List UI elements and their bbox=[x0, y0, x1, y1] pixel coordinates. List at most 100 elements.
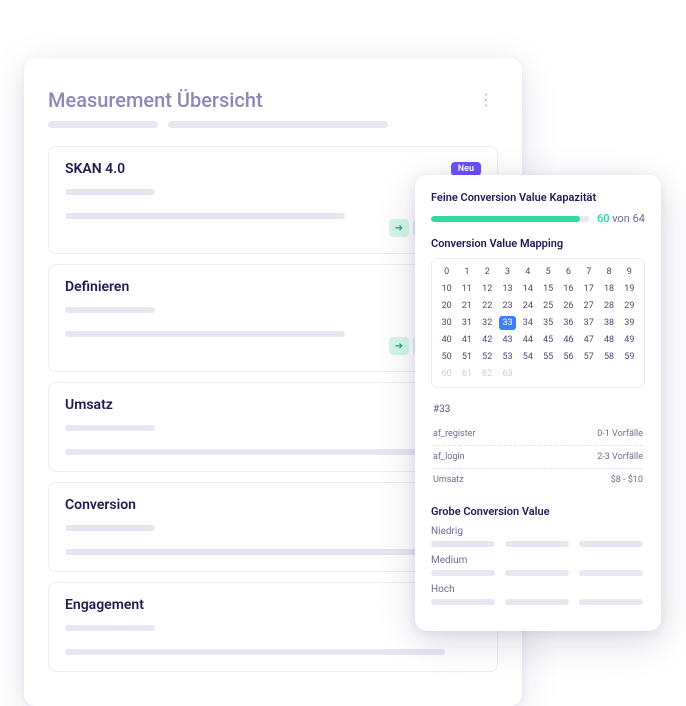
cv-cell-11[interactable]: 11 bbox=[458, 282, 475, 296]
cv-cell-9[interactable]: 9 bbox=[621, 265, 638, 279]
cv-cell-47[interactable]: 47 bbox=[580, 333, 597, 347]
cv-cell-42[interactable]: 42 bbox=[479, 333, 496, 347]
cv-cell-60: 60 bbox=[438, 367, 455, 381]
cv-cell-12[interactable]: 12 bbox=[479, 282, 496, 296]
cv-cell-7[interactable]: 7 bbox=[580, 265, 597, 279]
cv-cell-8[interactable]: 8 bbox=[600, 265, 617, 279]
cv-cell-21[interactable]: 21 bbox=[458, 299, 475, 313]
capacity-progress bbox=[431, 216, 589, 222]
cv-cell-14[interactable]: 14 bbox=[519, 282, 536, 296]
selected-cv-id: #33 bbox=[433, 404, 643, 415]
cv-cell-57[interactable]: 57 bbox=[580, 350, 597, 364]
cv-cell-3[interactable]: 3 bbox=[499, 265, 516, 279]
cv-cell-29[interactable]: 29 bbox=[621, 299, 638, 313]
section-title: Definieren bbox=[65, 279, 129, 295]
more-menu-icon[interactable]: ⋮ bbox=[474, 86, 498, 113]
cv-cell-38[interactable]: 38 bbox=[600, 316, 617, 330]
cv-cell-37[interactable]: 37 bbox=[580, 316, 597, 330]
cv-cell-16[interactable]: 16 bbox=[560, 282, 577, 296]
cv-cell-35[interactable]: 35 bbox=[539, 316, 556, 330]
detail-value: $8 - $10 bbox=[611, 475, 643, 485]
coarse-levels: Niedrig Medium Hoch bbox=[431, 526, 645, 605]
cv-cell-41[interactable]: 41 bbox=[458, 333, 475, 347]
cv-cell-26[interactable]: 26 bbox=[560, 299, 577, 313]
detail-row: af_register 0-1 Vorfälle bbox=[433, 423, 643, 446]
coarse-label: Medium bbox=[431, 555, 645, 566]
cv-cell-24[interactable]: 24 bbox=[519, 299, 536, 313]
cv-cell-44[interactable]: 44 bbox=[519, 333, 536, 347]
cv-cell-17[interactable]: 17 bbox=[580, 282, 597, 296]
cv-cell-33[interactable]: 33 bbox=[499, 316, 516, 330]
cv-cell-18[interactable]: 18 bbox=[600, 282, 617, 296]
cv-cell-13[interactable]: 13 bbox=[499, 282, 516, 296]
capacity-count: 60 von 64 bbox=[597, 212, 645, 225]
cv-cell-54[interactable]: 54 bbox=[519, 350, 536, 364]
cv-cell-39[interactable]: 39 bbox=[621, 316, 638, 330]
cv-cell-53[interactable]: 53 bbox=[499, 350, 516, 364]
subtitle-skeleton bbox=[48, 121, 498, 128]
cv-cell-31[interactable]: 31 bbox=[458, 316, 475, 330]
capacity-progress-row: 60 von 64 bbox=[431, 212, 645, 225]
capacity-title: Feine Conversion Value Kapazität bbox=[431, 191, 645, 204]
cv-cell-28[interactable]: 28 bbox=[600, 299, 617, 313]
coarse-row-hoch: Hoch bbox=[431, 584, 645, 605]
cv-cell-22[interactable]: 22 bbox=[479, 299, 496, 313]
capacity-progress-fill bbox=[431, 216, 580, 222]
cv-cell-46[interactable]: 46 bbox=[560, 333, 577, 347]
cv-cell-10[interactable]: 10 bbox=[438, 282, 455, 296]
cv-cell-56[interactable]: 56 bbox=[560, 350, 577, 364]
coarse-row-medium: Medium bbox=[431, 555, 645, 576]
cv-cell-30[interactable]: 30 bbox=[438, 316, 455, 330]
cv-cell-45[interactable]: 45 bbox=[539, 333, 556, 347]
page-title: Measurement Übersicht bbox=[48, 88, 263, 112]
detail-value: 2-3 Vorfälle bbox=[597, 452, 643, 462]
detail-row: af_login2-3 Vorfälle bbox=[433, 446, 643, 469]
cv-cell-34[interactable]: 34 bbox=[519, 316, 536, 330]
cv-cell-1[interactable]: 1 bbox=[458, 265, 475, 279]
cv-cell-55[interactable]: 55 bbox=[539, 350, 556, 364]
skeleton-line bbox=[431, 570, 645, 576]
cv-cell-51[interactable]: 51 bbox=[458, 350, 475, 364]
cv-cell-25[interactable]: 25 bbox=[539, 299, 556, 313]
coarse-label: Hoch bbox=[431, 584, 645, 595]
cv-cell-48[interactable]: 48 bbox=[600, 333, 617, 347]
mapping-title: Conversion Value Mapping bbox=[431, 237, 645, 250]
cv-cell-15[interactable]: 15 bbox=[539, 282, 556, 296]
coarse-row-niedrig: Niedrig bbox=[431, 526, 645, 547]
cv-cell-6[interactable]: 6 bbox=[560, 265, 577, 279]
header-row: Measurement Übersicht ⋮ bbox=[48, 86, 498, 113]
cv-cell-58[interactable]: 58 bbox=[600, 350, 617, 364]
cv-cell-20[interactable]: 20 bbox=[438, 299, 455, 313]
detail-label: af_register bbox=[433, 429, 475, 439]
arrow-icon[interactable]: ➜ bbox=[389, 337, 409, 355]
cv-cell-52[interactable]: 52 bbox=[479, 350, 496, 364]
cv-cell-49[interactable]: 49 bbox=[621, 333, 638, 347]
skeleton-line bbox=[65, 649, 481, 655]
skeleton-line bbox=[431, 541, 645, 547]
detail-value: 0-1 Vorfälle bbox=[597, 429, 643, 439]
cv-cell-23[interactable]: 23 bbox=[499, 299, 516, 313]
badge-neu: Neu bbox=[451, 162, 481, 176]
cv-detail-rows: af_register 0-1 Vorfälle af_login2-3 Vorfä… bbox=[433, 423, 643, 491]
conversion-value-grid: 0123456789101112131415161718192021222324… bbox=[431, 258, 645, 388]
cv-cell-19[interactable]: 19 bbox=[621, 282, 638, 296]
cv-cell-59[interactable]: 59 bbox=[621, 350, 638, 364]
cv-cell-27[interactable]: 27 bbox=[580, 299, 597, 313]
section-title: Conversion bbox=[65, 497, 136, 513]
cv-cell-0[interactable]: 0 bbox=[438, 265, 455, 279]
arrow-icon[interactable]: ➜ bbox=[389, 219, 409, 237]
conversion-value-panel: Feine Conversion Value Kapazität 60 von … bbox=[415, 175, 661, 631]
cv-cell-5[interactable]: 5 bbox=[539, 265, 556, 279]
cv-cell-4[interactable]: 4 bbox=[519, 265, 536, 279]
coarse-cv-title: Grobe Conversion Value bbox=[431, 505, 645, 518]
cv-cell-43[interactable]: 43 bbox=[499, 333, 516, 347]
section-title: SKAN 4.0 bbox=[65, 161, 125, 177]
cv-cell-2[interactable]: 2 bbox=[479, 265, 496, 279]
cv-cell-61: 61 bbox=[458, 367, 475, 381]
cv-cell-36[interactable]: 36 bbox=[560, 316, 577, 330]
cv-cell-40[interactable]: 40 bbox=[438, 333, 455, 347]
cv-cell-62: 62 bbox=[479, 367, 496, 381]
cv-cell-32[interactable]: 32 bbox=[479, 316, 496, 330]
cv-detail-box: #33 af_register 0-1 Vorfälle af_login2-3 V… bbox=[431, 396, 645, 491]
cv-cell-50[interactable]: 50 bbox=[438, 350, 455, 364]
